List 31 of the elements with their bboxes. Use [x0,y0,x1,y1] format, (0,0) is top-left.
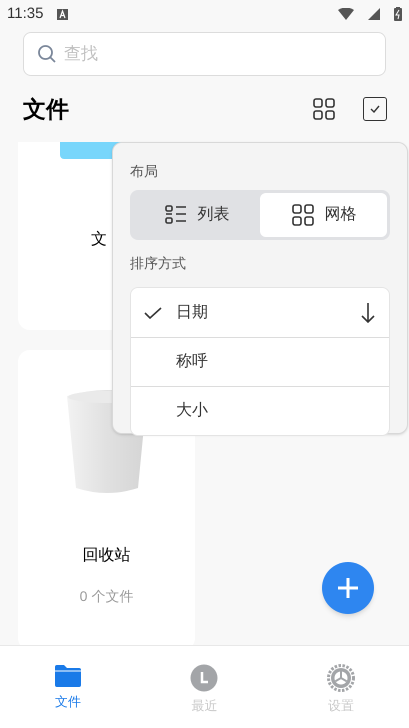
layout-label: 布局 [130,162,158,181]
clock-icon [190,664,218,692]
grid-view-button[interactable] [311,96,337,122]
search-icon [37,44,57,64]
settings-icon [326,664,355,692]
sort-option[interactable]: 大小 [131,386,389,435]
nav-tab[interactable]: 文件 [0,646,136,728]
add-button[interactable] [322,562,374,614]
keyboard-icon [57,8,68,20]
grid-icon [312,97,336,121]
status-time: 11:35 [7,4,44,24]
sort-option[interactable]: 日期 [131,288,389,337]
wifi-icon [338,8,354,20]
battery-icon [394,7,402,21]
file-count: 0 个文件 [80,587,134,606]
list-icon [164,203,188,227]
page-title: 文件 [23,94,70,124]
signal-icon [368,8,380,20]
layout-option[interactable]: 网格 [260,193,387,237]
trash-name: 回收站 [82,546,130,566]
grid-icon [290,203,314,227]
checkmark-icon [370,105,380,113]
checkmark-icon [144,306,162,318]
layout-option[interactable]: 列表 [133,193,260,237]
folder-name: 文 [91,230,107,250]
arrow-down-icon [361,302,375,322]
select-button[interactable] [363,97,387,121]
search-field[interactable]: 查找 [23,32,386,76]
plus-icon [337,577,359,599]
sort-label: 排序方式 [130,254,186,273]
sort-option[interactable]: 称呼 [131,337,389,386]
